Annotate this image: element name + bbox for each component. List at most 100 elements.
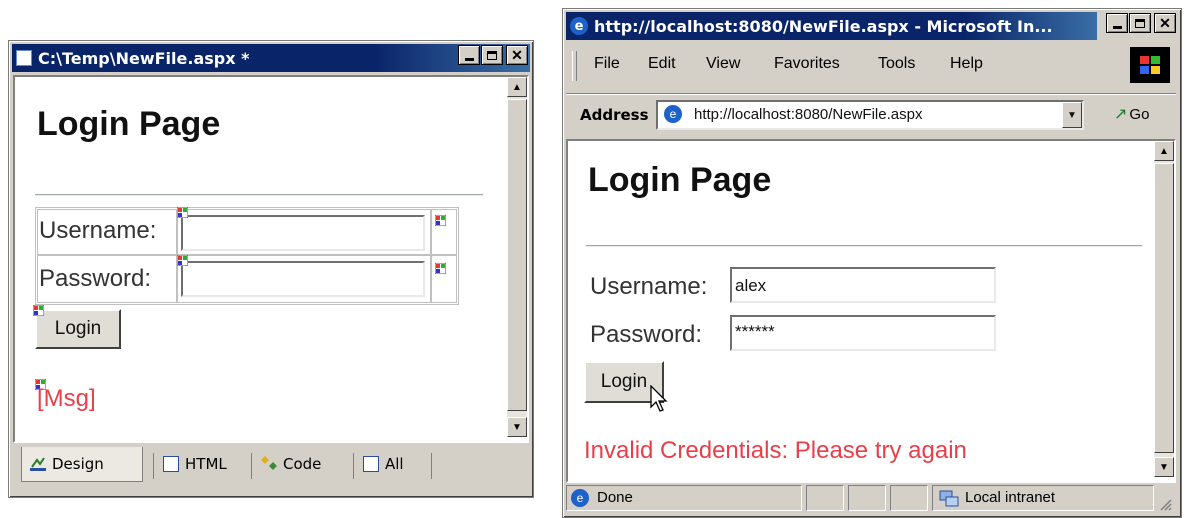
tab-separator (431, 453, 432, 479)
designer-title-bar[interactable]: C:\Temp\NewFile.aspx * (12, 44, 530, 72)
tab-all[interactable]: All (363, 449, 404, 479)
mouse-cursor-icon (650, 384, 668, 418)
tab-html-label: HTML (185, 455, 227, 473)
minimize-button[interactable] (1106, 13, 1128, 33)
maximize-button[interactable] (1129, 13, 1151, 33)
close-icon: ✕ (1159, 14, 1171, 31)
arrow-up-icon: ▲ (1159, 145, 1169, 157)
tab-design[interactable]: Design (21, 447, 143, 482)
chevron-down-icon: ▼ (1067, 109, 1077, 121)
resize-grip-icon[interactable] (1158, 497, 1172, 511)
designer-window: C:\Temp\NewFile.aspx * ✕ Login Page User… (8, 40, 534, 498)
menu-view[interactable]: View (706, 55, 740, 73)
tab-code-label: Code (283, 455, 322, 473)
zone-text: Local intranet (965, 489, 1056, 506)
scroll-up-button[interactable]: ▲ (507, 77, 527, 97)
browser-window: e http://localhost:8080/NewFile.aspx - M… (562, 8, 1182, 518)
view-tab-strip: Design HTML Code All (13, 443, 525, 489)
minimize-icon (1112, 25, 1122, 29)
menu-tools[interactable]: Tools (878, 55, 915, 73)
tab-separator (153, 453, 154, 479)
status-cell (806, 485, 844, 511)
horizontal-rule (586, 245, 1142, 247)
tab-all-label: All (385, 455, 404, 473)
done-page-icon: e (571, 489, 589, 507)
server-control-glyph-icon (176, 253, 189, 267)
go-button[interactable]: ↗ Go (1114, 104, 1149, 124)
password-label: Password: (590, 321, 703, 348)
page-icon: e (664, 105, 682, 123)
minimize-icon (464, 57, 474, 61)
document-icon (16, 50, 32, 66)
scroll-thumb[interactable] (507, 99, 527, 411)
tab-code[interactable]: Code (261, 449, 321, 479)
page-title: Login Page (37, 105, 221, 143)
close-button[interactable]: ✕ (506, 45, 528, 65)
status-bar: e Done Local intranet (566, 485, 1176, 513)
status-text: Done (597, 489, 633, 506)
go-label: Go (1129, 105, 1150, 123)
username-label: Username: (39, 217, 157, 244)
close-icon: ✕ (511, 46, 523, 63)
password-input[interactable]: ****** (730, 315, 996, 351)
menu-edit[interactable]: Edit (648, 55, 676, 73)
scroll-up-button[interactable]: ▲ (1154, 141, 1174, 161)
login-button[interactable]: Login (35, 309, 121, 349)
vertical-scrollbar[interactable]: ▲ ▼ (1154, 141, 1174, 477)
windows-logo-icon (1130, 47, 1170, 83)
arrow-down-icon: ▼ (512, 421, 522, 433)
address-dropdown-button[interactable]: ▼ (1062, 102, 1082, 128)
page-title: Login Page (588, 161, 772, 199)
minimize-button[interactable] (458, 45, 480, 65)
status-text-cell: e Done (566, 485, 802, 511)
status-cell (848, 485, 886, 511)
error-message: Invalid Credentials: Please try again (584, 437, 967, 464)
ie-icon: e (570, 17, 588, 35)
tab-separator (251, 453, 252, 479)
horizontal-rule (35, 194, 483, 196)
scroll-thumb[interactable] (1154, 163, 1174, 453)
all-icon (363, 456, 379, 472)
username-label: Username: (590, 273, 708, 300)
maximize-icon (487, 50, 497, 60)
browser-title-bar[interactable]: e http://localhost:8080/NewFile.aspx - M… (566, 12, 1097, 40)
scroll-down-button[interactable]: ▼ (507, 417, 527, 437)
address-label: Address (580, 106, 649, 124)
server-control-glyph-icon (434, 213, 447, 227)
username-input[interactable]: alex (730, 267, 996, 303)
menu-favorites[interactable]: Favorites (774, 55, 840, 73)
menu-file[interactable]: File (594, 55, 620, 73)
tab-design-label: Design (52, 455, 104, 473)
design-surface[interactable]: Login Page Username: Password: Login [Ms… (13, 75, 529, 443)
address-value: http://localhost:8080/NewFile.aspx (694, 106, 923, 123)
go-arrow-icon: ↗ (1114, 106, 1128, 123)
design-icon (30, 456, 46, 472)
code-icon (261, 456, 277, 472)
browser-title: http://localhost:8080/NewFile.aspx - Mic… (594, 16, 1053, 36)
address-input[interactable]: e http://localhost:8080/NewFile.aspx ▼ (656, 100, 1084, 130)
tab-html[interactable]: HTML (163, 449, 227, 479)
intranet-zone-icon (939, 490, 959, 513)
scroll-down-button[interactable]: ▼ (1154, 457, 1174, 477)
server-control-glyph-icon (434, 261, 447, 275)
menu-help[interactable]: Help (950, 55, 983, 73)
close-button[interactable]: ✕ (1154, 13, 1176, 33)
tab-separator (353, 453, 354, 479)
designer-title: C:\Temp\NewFile.aspx * (38, 48, 250, 68)
address-bar: Address e http://localhost:8080/NewFile.… (566, 93, 1176, 136)
zone-cell: Local intranet (932, 485, 1154, 511)
msg-label: [Msg] (37, 385, 96, 412)
browser-viewport[interactable]: Login Page Username: alex Password: ****… (566, 139, 1176, 483)
username-textbox[interactable] (181, 215, 425, 251)
server-control-glyph-icon (32, 303, 45, 317)
menu-grip (572, 51, 577, 81)
html-icon (163, 456, 179, 472)
server-control-glyph-icon (176, 205, 189, 219)
vertical-scrollbar[interactable]: ▲ ▼ (507, 77, 527, 437)
maximize-icon (1135, 18, 1145, 28)
maximize-button[interactable] (481, 45, 503, 65)
arrow-up-icon: ▲ (512, 81, 522, 93)
menu-bar: File Edit View Favorites Tools Help (566, 43, 1176, 89)
password-textbox[interactable] (181, 261, 425, 297)
password-label: Password: (39, 265, 152, 292)
